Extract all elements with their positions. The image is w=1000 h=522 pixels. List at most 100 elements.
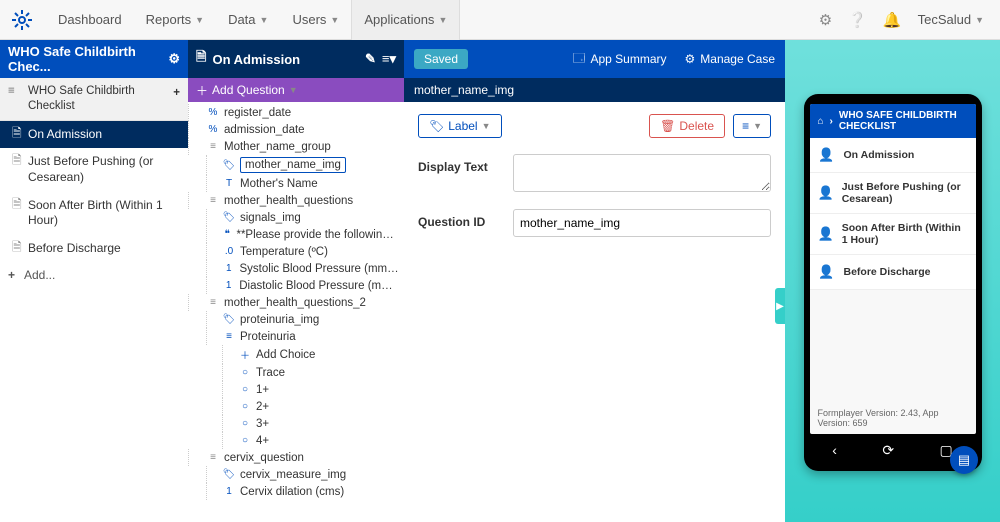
form-item[interactable]: 🗎Before Discharge <box>0 235 188 263</box>
phone-header-title: WHO SAFE CHILDBIRTH CHECKLIST <box>839 110 968 132</box>
list-icon: ≡ <box>8 84 15 99</box>
image-icon: 🏷 <box>222 160 236 171</box>
choice-item[interactable]: ○4+ <box>188 432 404 449</box>
module-name: WHO Safe Childbirth Checklist <box>28 85 135 112</box>
refresh-icon[interactable]: ⟳ <box>882 442 894 459</box>
question-item[interactable]: ≡Proteinuria <box>188 328 404 345</box>
type-label: Label <box>448 119 477 133</box>
question-item[interactable]: .0Temperature (ºC) <box>188 243 404 260</box>
gear-icon: ⚙ <box>685 52 696 66</box>
group-icon: ≡ <box>206 297 220 308</box>
nav-item-reports[interactable]: Reports▼ <box>134 0 216 40</box>
question-title-bar: mother_name_img <box>404 78 785 102</box>
question-item[interactable]: 🏷cervix_measure_img <box>188 466 404 483</box>
home-icon[interactable]: ⌂ <box>818 116 824 127</box>
nav-items: DashboardReports▼Data▼Users▼Applications… <box>46 0 460 40</box>
form-header: 🗎 On Admission ✎ ≡▾ <box>188 40 404 78</box>
choice-item[interactable]: ○1+ <box>188 381 404 398</box>
phone-footer: Formplayer Version: 2.43, App Version: 6… <box>810 402 976 434</box>
nav-item-applications[interactable]: Applications▼ <box>351 0 460 40</box>
phone-menu-item[interactable]: 👤Before Discharge <box>810 255 976 290</box>
question-item[interactable]: %admission_date <box>188 121 404 138</box>
notifications-icon[interactable]: 🔔 <box>883 11 902 29</box>
question-type-button[interactable]: 🏷Label▼ <box>418 114 502 138</box>
question-item[interactable]: TMother's Name <box>188 175 404 192</box>
add-icon: ＋ <box>238 347 252 362</box>
question-item[interactable]: 1Cervix dilation (cms) <box>188 483 404 500</box>
add-choice-row[interactable]: ＋Add Choice <box>188 345 404 364</box>
menu-item-icon: 👤 <box>818 263 836 281</box>
phone-menu-item[interactable]: 👤On Admission <box>810 138 976 173</box>
form-doc-icon: 🗎 <box>12 240 22 256</box>
question-group[interactable]: ≡Mother_name_group <box>188 138 404 155</box>
phone-fab[interactable]: ▤ <box>950 446 978 474</box>
image-icon: 🏷 <box>222 212 236 223</box>
choice-item[interactable]: ○2+ <box>188 398 404 415</box>
group-icon: ≡ <box>206 195 220 206</box>
question-item[interactable]: ❝**Please provide the following informat… <box>188 226 404 243</box>
form-item[interactable]: 🗎Just Before Pushing (or Cesarean) <box>0 148 188 191</box>
delete-button[interactable]: 🗑Delete <box>649 114 725 138</box>
add-label: Add... <box>24 268 55 282</box>
phone-menu-item[interactable]: 👤Soon After Birth (Within 1 Hour) <box>810 214 976 255</box>
hidden-icon: % <box>206 124 220 135</box>
question-group[interactable]: ≡cervix_question <box>188 449 404 466</box>
integer-icon: 1 <box>222 486 236 497</box>
form-doc-icon: 🗎 <box>12 153 22 169</box>
choice-icon: ○ <box>238 367 252 378</box>
phone-menu-list: 👤On Admission👤Just Before Pushing (or Ce… <box>810 138 976 402</box>
manage-case-label: Manage Case <box>700 52 775 66</box>
edit-icon[interactable]: ✎ <box>365 51 376 67</box>
preview-collapse-tab[interactable]: ▶ <box>775 288 785 324</box>
top-nav: DashboardReports▼Data▼Users▼Applications… <box>0 0 1000 40</box>
settings-icon[interactable]: ⚙ <box>819 11 832 29</box>
add-question-button[interactable]: ＋ Add Question ▼ <box>188 78 404 102</box>
question-item[interactable]: %register_date <box>188 104 404 121</box>
module-header[interactable]: ≡ WHO Safe Childbirth Checklist + <box>0 78 188 121</box>
saved-pill: Saved <box>414 49 468 69</box>
question-item[interactable]: 🏷signals_img <box>188 209 404 226</box>
question-id-input[interactable] <box>513 209 771 237</box>
menu-item-icon: 👤 <box>818 184 834 202</box>
question-item[interactable]: 1Systolic Blood Pressure (mmHg) <box>188 260 404 277</box>
question-item[interactable]: 1Diastolic Blood Pressure (mmHg) <box>188 277 404 294</box>
app-summary-button[interactable]: 🗔App Summary <box>572 49 666 70</box>
choice-item[interactable]: ○3+ <box>188 415 404 432</box>
form-menu-icon[interactable]: ≡▾ <box>382 51 396 67</box>
form-item[interactable]: 🗎On Admission <box>0 121 188 149</box>
manage-case-button[interactable]: ⚙ Manage Case <box>685 52 775 66</box>
question-detail-panel: Saved 🗔App Summary ⚙ Manage Case mother_n… <box>404 40 785 522</box>
add-module-button[interactable]: + Add... <box>0 262 188 288</box>
user-name: TecSalud <box>918 12 971 27</box>
nav-item-data[interactable]: Data▼ <box>216 0 280 40</box>
form-structure-panel: 🗎 On Admission ✎ ≡▾ ＋ Add Question ▼ %re… <box>188 40 404 522</box>
chevron-right-icon: › <box>830 116 833 127</box>
text-icon: T <box>222 178 236 189</box>
display-text-input[interactable] <box>513 154 771 192</box>
back-icon[interactable]: ‹ <box>832 442 837 459</box>
choice-icon: ○ <box>238 401 252 412</box>
integer-icon: 1 <box>222 263 236 274</box>
decimal-icon: .0 <box>222 246 236 257</box>
app-settings-icon[interactable]: ⚙ <box>168 51 180 67</box>
nav-item-users[interactable]: Users▼ <box>280 0 351 40</box>
form-doc-icon: 🗎 <box>12 197 22 213</box>
image-icon: 🏷 <box>222 314 236 325</box>
user-menu[interactable]: TecSalud▼ <box>918 12 984 27</box>
add-form-icon[interactable]: + <box>173 86 180 101</box>
help-icon[interactable]: ❔ <box>848 11 867 29</box>
group-icon: ≡ <box>206 141 220 152</box>
menu-item-icon: 👤 <box>818 225 834 243</box>
form-doc-icon: 🗎 <box>12 126 22 142</box>
question-title: mother_name_img <box>414 83 514 97</box>
question-item[interactable]: 🏷proteinuria_img <box>188 311 404 328</box>
question-group[interactable]: ≡mother_health_questions_2 <box>188 294 404 311</box>
plus-icon: ＋ <box>196 82 208 99</box>
nav-item-dashboard[interactable]: Dashboard <box>46 0 134 40</box>
choice-item[interactable]: ○Trace <box>188 364 404 381</box>
question-menu-button[interactable]: ≡▼ <box>733 114 771 138</box>
form-item[interactable]: 🗎Soon After Birth (Within 1 Hour) <box>0 192 188 235</box>
phone-menu-item[interactable]: 👤Just Before Pushing (or Cesarean) <box>810 173 976 214</box>
question-group[interactable]: ≡mother_health_questions <box>188 192 404 209</box>
question-item[interactable]: 🏷mother_name_img <box>188 155 404 175</box>
